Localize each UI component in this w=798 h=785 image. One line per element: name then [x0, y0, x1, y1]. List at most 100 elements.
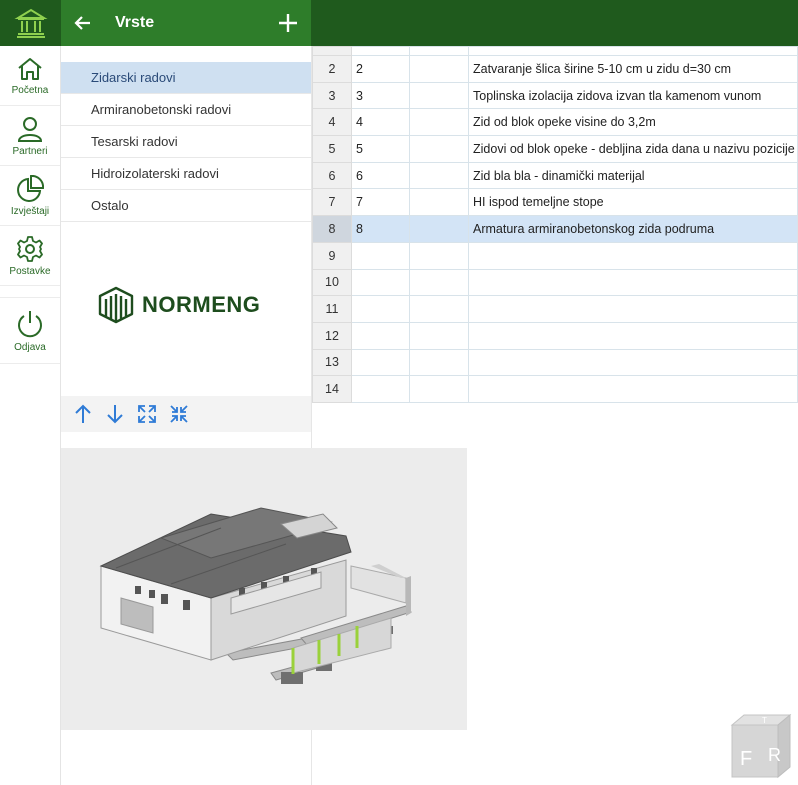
row-number: 14 [312, 375, 352, 403]
rail-item-odjava[interactable]: Odjava [0, 298, 60, 364]
cell-description[interactable]: Toplinska izolacija zidova izvan tla kam… [468, 81, 798, 110]
cell-code[interactable]: 2 [351, 55, 410, 83]
cell-description[interactable] [468, 295, 798, 323]
cell-code[interactable] [351, 241, 410, 270]
cell-description[interactable]: Zatvaranje šlica širine 5-10 cm u zidu d… [468, 55, 798, 83]
cell-code[interactable]: 8 [351, 215, 410, 243]
cell-code[interactable] [351, 268, 410, 297]
model-viewer[interactable] [61, 448, 467, 730]
table-row[interactable]: 7 7 HI ispod temeljne stope [312, 188, 798, 217]
table-row[interactable]: 8 8 Armatura armiranobetonskog zida podr… [312, 215, 798, 243]
home-icon [18, 57, 42, 80]
cell-empty[interactable] [409, 348, 469, 377]
header-title: Vrste [115, 14, 155, 31]
cell-description[interactable]: Zid bla bla - dinamički materijal [468, 161, 798, 190]
cell-empty[interactable] [409, 135, 469, 163]
rail-label: Partneri [12, 145, 48, 157]
expand-all-button[interactable] [131, 398, 163, 430]
cell-description[interactable] [468, 348, 798, 377]
cell-empty[interactable] [409, 321, 469, 350]
row-number: 13 [312, 348, 352, 377]
cell-empty[interactable] [409, 188, 469, 217]
pie-chart-icon [17, 174, 44, 202]
view-cube-front: F [740, 748, 752, 770]
cell-description[interactable]: HI ispod temeljne stope [468, 188, 798, 217]
rail-item-izvjestaji[interactable]: Izvještaji [0, 166, 60, 226]
rail-label: Izvještaji [10, 205, 50, 217]
cell-code[interactable]: 3 [351, 81, 410, 110]
table-row[interactable]: 5 5 Zidovi od blok opeke - debljina zida… [312, 135, 798, 163]
table-row [312, 46, 798, 56]
cell-empty[interactable] [409, 268, 469, 297]
app-logo[interactable] [0, 0, 61, 46]
left-rail: Početna Partneri Izvještaji Postavke Odj… [0, 0, 61, 785]
table-row[interactable]: 3 3 Toplinska izolacija zidova izvan tla… [312, 81, 798, 110]
table-row[interactable]: 10 [312, 268, 798, 297]
row-number: 7 [312, 188, 352, 217]
cell-code[interactable] [351, 295, 410, 323]
table-row[interactable]: 11 [312, 295, 798, 323]
row-number: 2 [312, 55, 352, 83]
table-row[interactable]: 14 [312, 375, 798, 403]
cell-code[interactable]: 4 [351, 108, 410, 137]
view-cube-top: T [762, 716, 767, 725]
cell-empty[interactable] [409, 81, 469, 110]
back-button[interactable] [61, 0, 105, 46]
row-number: 3 [312, 81, 352, 110]
brand-name: NORMENG [142, 292, 261, 317]
arrow-left-icon [74, 16, 90, 30]
cell-description[interactable] [468, 321, 798, 350]
cell-description[interactable]: Zidovi od blok opeke - debljina zida dan… [468, 135, 798, 163]
view-cube[interactable]: T F R [730, 713, 792, 779]
table-row[interactable]: 12 [312, 321, 798, 350]
cell-empty[interactable] [409, 108, 469, 137]
cell-code[interactable] [351, 375, 410, 403]
row-number: 10 [312, 268, 352, 297]
cell-code[interactable] [351, 348, 410, 377]
collapse-all-button[interactable] [163, 398, 195, 430]
cell-description[interactable]: Armatura armiranobetonskog zida podruma [468, 215, 798, 243]
cell-empty[interactable] [409, 241, 469, 270]
cell-code[interactable]: 5 [351, 135, 410, 163]
add-button[interactable] [265, 0, 311, 46]
category-list: Zidarski radovi Armiranobetonski radovi … [61, 62, 311, 222]
rail-item-partneri[interactable]: Partneri [0, 106, 60, 166]
category-item[interactable]: Zidarski radovi [61, 62, 311, 94]
cell-empty[interactable] [409, 161, 469, 190]
brand-logo: NORMENG [98, 286, 260, 324]
move-up-button[interactable] [67, 398, 99, 430]
table-row[interactable]: 6 6 Zid bla bla - dinamički materijal [312, 161, 798, 190]
cell-description[interactable] [468, 241, 798, 270]
cell-code[interactable]: 7 [351, 188, 410, 217]
cell-empty[interactable] [409, 215, 469, 243]
rail-label: Odjava [14, 341, 46, 353]
rail-item-pocetna[interactable]: Početna [0, 46, 60, 106]
cell-description[interactable] [468, 375, 798, 403]
table-row[interactable]: 4 4 Zid od blok opeke visine do 3,2m [312, 108, 798, 137]
table-row[interactable]: 9 [312, 241, 798, 270]
row-number: 12 [312, 321, 352, 350]
cell-description[interactable] [468, 268, 798, 297]
category-item[interactable]: Armiranobetonski radovi [61, 94, 311, 126]
gear-icon [17, 235, 43, 262]
cell-empty[interactable] [409, 375, 469, 403]
rail-divider [0, 286, 60, 298]
cell-empty[interactable] [409, 55, 469, 83]
table-row[interactable]: 13 [312, 348, 798, 377]
cell-description[interactable]: Zid od blok opeke visine do 3,2m [468, 108, 798, 137]
category-item[interactable]: Tesarski radovi [61, 126, 311, 158]
view-cube-right: R [768, 745, 781, 765]
arrow-down-icon [107, 405, 123, 424]
move-down-button[interactable] [99, 398, 131, 430]
cell-code[interactable] [351, 321, 410, 350]
cell-empty[interactable] [409, 295, 469, 323]
user-icon [17, 116, 43, 142]
category-item[interactable]: Ostalo [61, 190, 311, 222]
power-icon [18, 310, 42, 337]
table-row[interactable]: 2 2 Zatvaranje šlica širine 5-10 cm u zi… [312, 55, 798, 83]
rail-item-postavke[interactable]: Postavke [0, 226, 60, 286]
row-number: 9 [312, 241, 352, 270]
collapse-icon [170, 405, 188, 423]
cell-code[interactable]: 6 [351, 161, 410, 190]
category-item[interactable]: Hidroizolaterski radovi [61, 158, 311, 190]
